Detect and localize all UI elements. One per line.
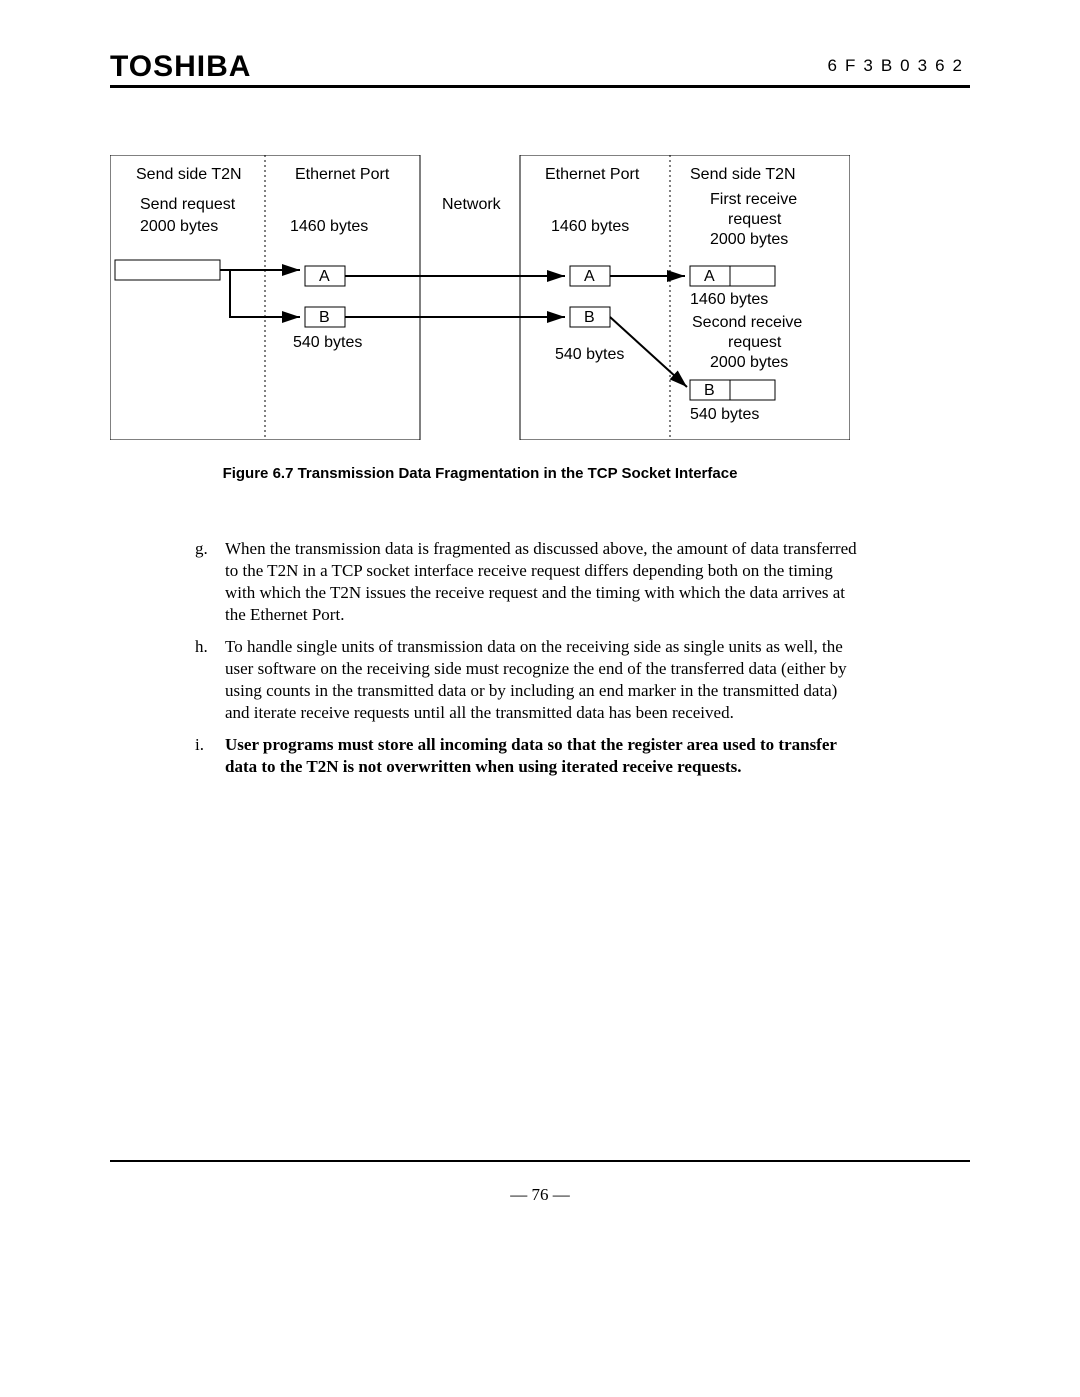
label-1460-left: 1460 bytes: [290, 217, 368, 237]
label-recv-a-bytes: 1460 bytes: [690, 290, 768, 310]
label-send-bytes: 2000 bytes: [140, 217, 218, 237]
label-recv-a: A: [704, 267, 715, 287]
label-send-side-left: Send side T2N: [136, 165, 242, 185]
paragraph-text: When the transmission data is fragmented…: [225, 538, 860, 626]
figure-caption: Figure 6.7 Transmission Data Fragmentati…: [110, 465, 850, 482]
list-marker: i.: [195, 734, 225, 778]
label-send-side-right: Send side T2N: [690, 165, 796, 185]
paragraph-text: To handle single units of transmission d…: [225, 636, 860, 724]
label-recv-b-bytes: 540 bytes: [690, 405, 759, 425]
figure-transmission-fragmentation: Send side T2N Send request 2000 bytes Et…: [110, 155, 850, 440]
page-number: — 76 —: [0, 1185, 1080, 1205]
label-540-right: 540 bytes: [555, 345, 624, 365]
label-box-b-left: B: [319, 308, 330, 328]
label-first-receive-2: request: [728, 210, 781, 230]
paragraph-g: g. When the transmission data is fragmen…: [195, 538, 860, 626]
label-second-receive: Second receive: [692, 313, 802, 333]
page-header: TOSHIBA 6F3B0362: [110, 50, 970, 84]
header-rule: [110, 85, 970, 88]
label-first-receive-3: 2000 bytes: [710, 230, 788, 250]
paragraph-text: User programs must store all incoming da…: [225, 734, 860, 778]
label-1460-right: 1460 bytes: [551, 217, 629, 237]
document-number: 6F3B0362: [828, 56, 970, 76]
label-recv-b: B: [704, 381, 715, 401]
label-box-a-right: A: [584, 267, 595, 287]
label-box-b-right: B: [584, 308, 595, 328]
footer-rule: [110, 1160, 970, 1162]
label-eth-left: Ethernet Port: [295, 165, 389, 185]
list-marker: g.: [195, 538, 225, 626]
label-second-receive-2: request: [728, 333, 781, 353]
label-540-left: 540 bytes: [293, 333, 362, 353]
label-send-request: Send request: [140, 195, 235, 215]
label-second-receive-3: 2000 bytes: [710, 353, 788, 373]
paragraph-h: h. To handle single units of transmissio…: [195, 636, 860, 724]
list-marker: h.: [195, 636, 225, 724]
page: TOSHIBA 6F3B0362: [0, 0, 1080, 1397]
label-eth-right: Ethernet Port: [545, 165, 639, 185]
label-network: Network: [442, 195, 501, 215]
paragraph-i: i. User programs must store all incoming…: [195, 734, 860, 778]
label-first-receive: First receive: [710, 190, 797, 210]
label-box-a-left: A: [319, 267, 330, 287]
body-text: g. When the transmission data is fragmen…: [195, 538, 860, 788]
